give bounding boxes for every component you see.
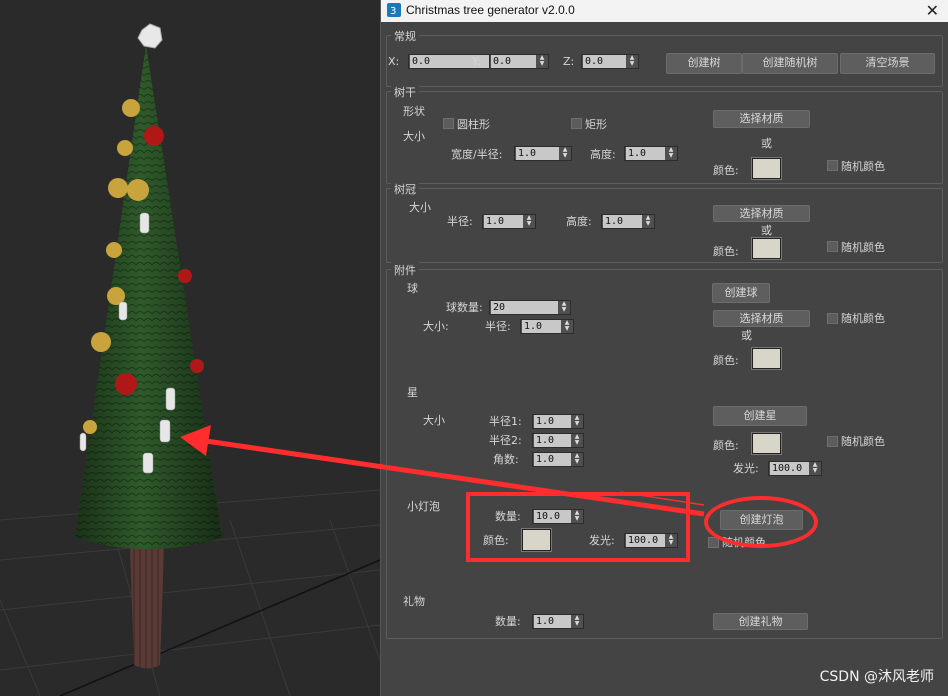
watermark: CSDN @沐风老师: [819, 669, 934, 685]
annotation-arrow: [180, 425, 705, 517]
